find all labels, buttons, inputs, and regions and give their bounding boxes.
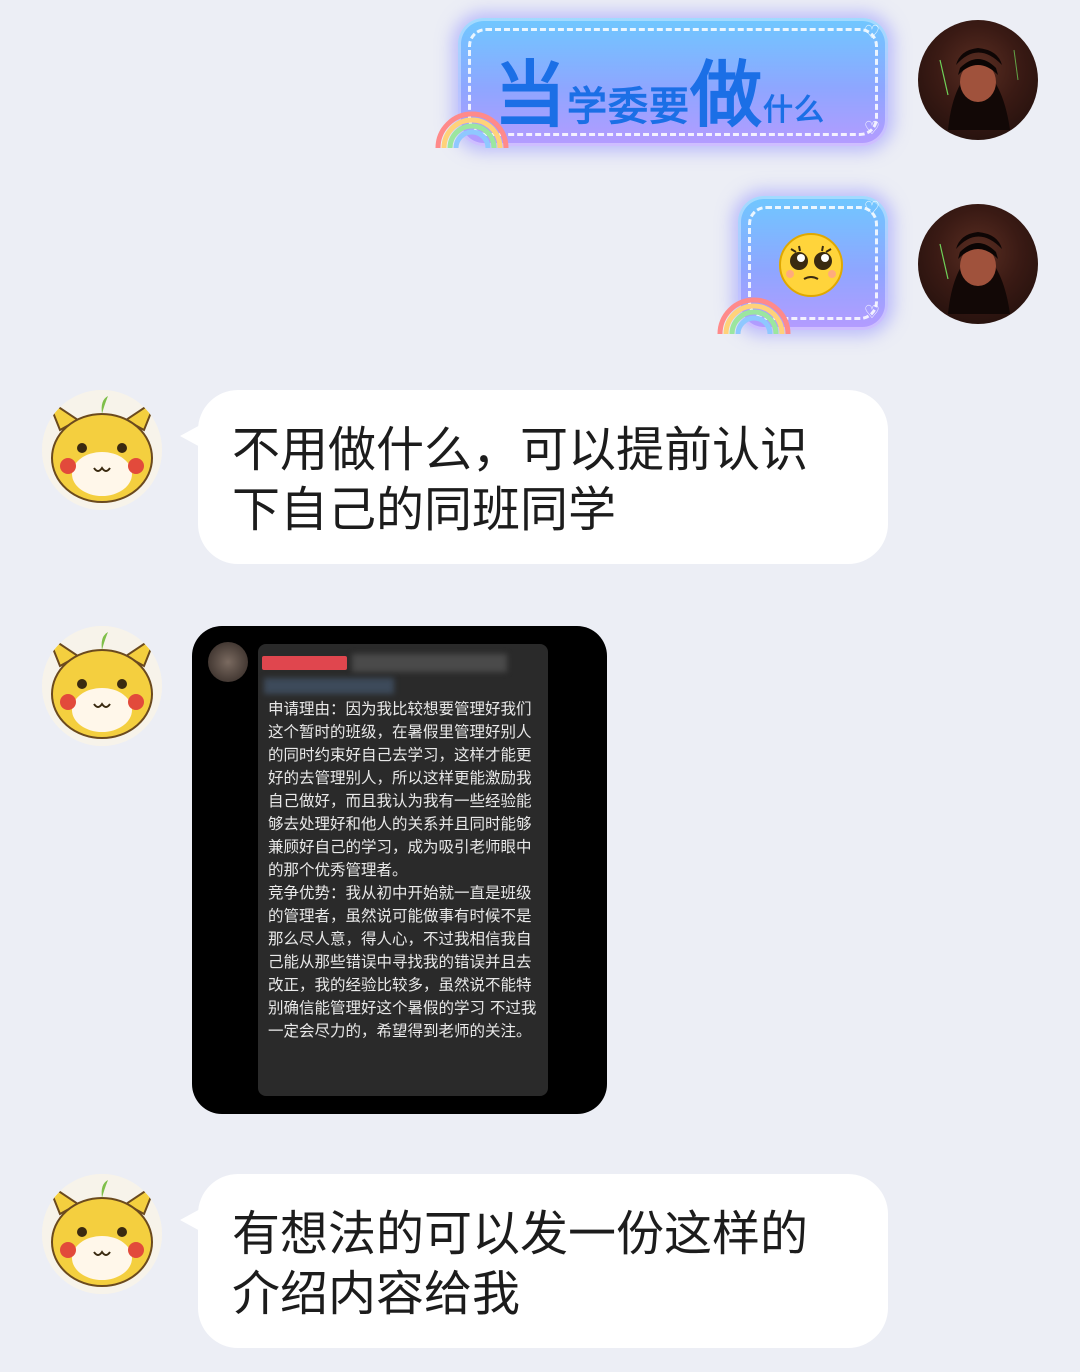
user-avatar[interactable] <box>918 20 1038 140</box>
redaction-mark <box>262 656 347 670</box>
contact-avatar[interactable] <box>42 390 162 510</box>
image-message[interactable]: 申请理由：因为我比较想要管理好我们这个暂时的班级，在暑假里管理好别人的同时约束好… <box>192 626 607 1114</box>
message-text: 有想法的可以发一份这样的介绍内容给我 <box>232 1206 809 1322</box>
pikachu-avatar-icon <box>42 626 162 746</box>
screenshot-avatar <box>208 642 248 682</box>
screenshot-text: 申请理由：因为我比较想要管理好我们这个暂时的班级，在暑假里管理好别人的同时约束好… <box>268 700 537 1040</box>
heart-icon: ♡ <box>863 198 880 219</box>
redaction-blur <box>352 654 507 672</box>
pikachu-avatar-icon <box>42 390 162 510</box>
user-avatar[interactable] <box>918 204 1038 324</box>
rainbow-sticker <box>435 111 509 149</box>
contact-avatar[interactable] <box>42 1174 162 1294</box>
contact-avatar[interactable] <box>42 626 162 746</box>
incoming-message-bubble[interactable]: 不用做什么，可以提前认识下自己的同班同学 <box>180 390 888 564</box>
rainbow-sticker <box>717 297 791 335</box>
pikachu-avatar-icon <box>42 1174 162 1294</box>
heart-icon: ♡ <box>863 302 880 323</box>
user-avatar-icon <box>939 48 1019 130</box>
heart-icon: ♡ <box>863 118 880 139</box>
message-text: 当学委要做什么 <box>494 53 826 137</box>
message-text: 不用做什么，可以提前认识下自己的同班同学 <box>232 422 809 538</box>
incoming-message-bubble[interactable]: 有想法的可以发一份这样的介绍内容给我 <box>180 1174 888 1348</box>
user-avatar-icon <box>939 232 1010 314</box>
outgoing-fancy-bubble-1[interactable]: ♡ ♡ 当学委要做什么 <box>458 18 888 146</box>
redaction-blur <box>264 678 394 694</box>
heart-icon: ♡ <box>863 22 880 43</box>
